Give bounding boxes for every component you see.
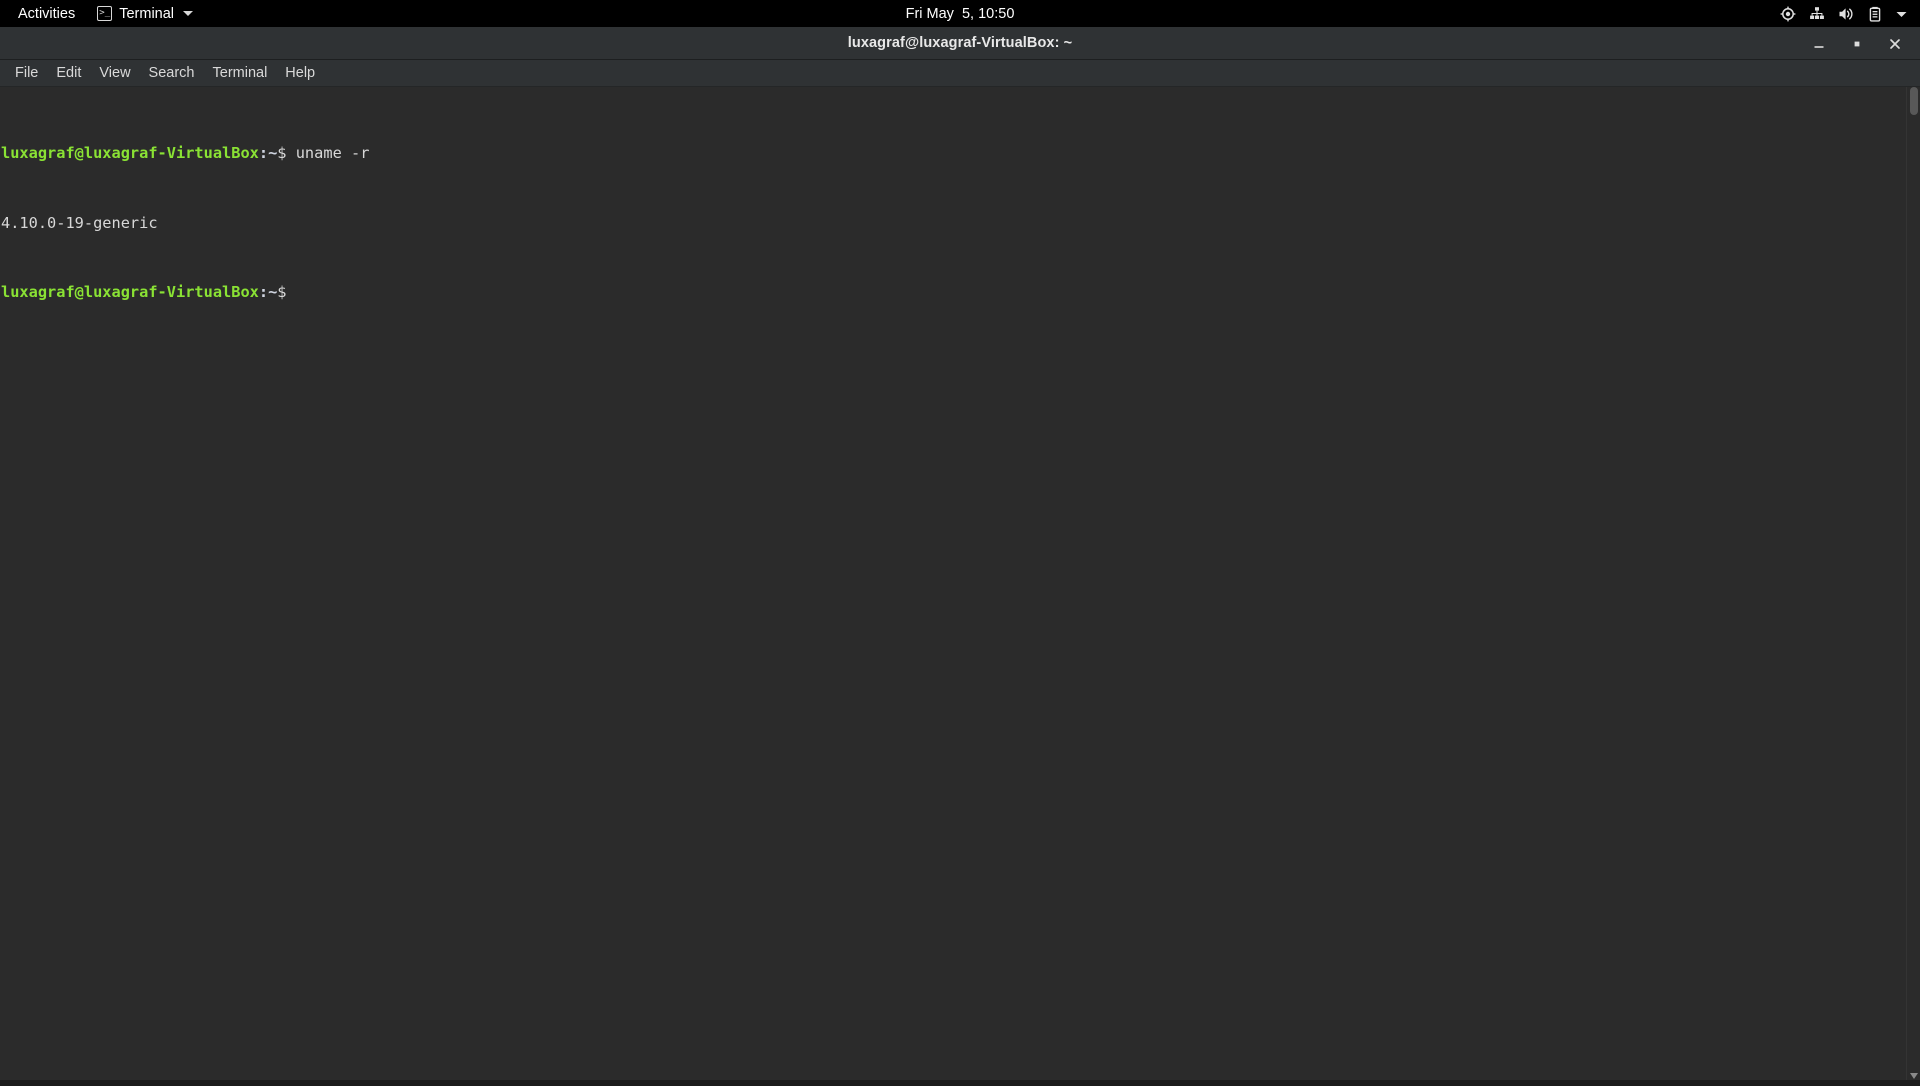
terminal-output[interactable]: luxagraf@luxagraf-VirtualBox:~$ uname -r… [0, 87, 1906, 1080]
app-menu-button[interactable]: >_ Terminal [87, 0, 203, 27]
maximize-button[interactable] [1838, 27, 1876, 60]
menu-bar: File Edit View Search Terminal Help [0, 60, 1920, 87]
prompt-user: luxagraf@luxagraf-VirtualBox [1, 144, 259, 163]
battery-icon [1868, 6, 1882, 22]
volume-icon [1838, 6, 1855, 22]
terminal-line-prompt-1: luxagraf@luxagraf-VirtualBox:~$ uname -r [1, 145, 1906, 162]
window-title: luxagraf@luxagraf-VirtualBox: ~ [847, 35, 1073, 51]
menu-terminal[interactable]: Terminal [204, 60, 277, 87]
terminal-icon-glyph: >_ [99, 8, 111, 18]
gnome-top-bar: Activities >_ Terminal Fri May 5, 10:50 [0, 0, 1920, 27]
prompt-dollar: $ [277, 283, 287, 302]
close-button[interactable] [1876, 27, 1914, 60]
scrollbar-thumb[interactable] [1910, 87, 1918, 115]
menu-search[interactable]: Search [140, 60, 204, 87]
terminal-command-1: uname -r [286, 144, 370, 163]
chevron-down-icon[interactable] [1895, 6, 1908, 22]
activities-label: Activities [18, 5, 76, 22]
menu-edit[interactable]: Edit [47, 60, 90, 87]
terminal-output-1: 4.10.0-19-generic [1, 213, 158, 232]
terminal-icon: >_ [97, 6, 113, 21]
terminal-scrollbar[interactable] [1906, 87, 1920, 1080]
prompt-user: luxagraf@luxagraf-VirtualBox [1, 283, 259, 302]
system-tray[interactable] [1780, 0, 1908, 27]
menu-file[interactable]: File [6, 60, 47, 87]
minimize-button[interactable] [1800, 27, 1838, 60]
app-menu-label: Terminal [119, 5, 175, 22]
wired-network-icon [1809, 6, 1825, 22]
window-controls [1800, 27, 1914, 60]
terminal-line-output-1: 4.10.0-19-generic [1, 213, 1906, 232]
prompt-path: :~ [258, 144, 278, 163]
menu-help[interactable]: Help [276, 60, 324, 87]
menu-view[interactable]: View [90, 60, 139, 87]
terminal-line-prompt-2: luxagraf@luxagraf-VirtualBox:~$ [1, 284, 1906, 301]
activities-button[interactable]: Activities [0, 0, 87, 27]
location-services-icon [1780, 6, 1796, 22]
prompt-dollar: $ [277, 144, 287, 163]
window-titlebar[interactable]: luxagraf@luxagraf-VirtualBox: ~ [0, 27, 1920, 60]
chevron-down-icon [183, 11, 194, 16]
clock[interactable]: Fri May 5, 10:50 [906, 6, 1015, 22]
scroll-down-icon[interactable] [1909, 1068, 1919, 1079]
prompt-path: :~ [258, 283, 278, 302]
terminal-body: luxagraf@luxagraf-VirtualBox:~$ uname -r… [0, 87, 1920, 1080]
terminal-window: luxagraf@luxagraf-VirtualBox: ~ File Edi… [0, 27, 1920, 1080]
